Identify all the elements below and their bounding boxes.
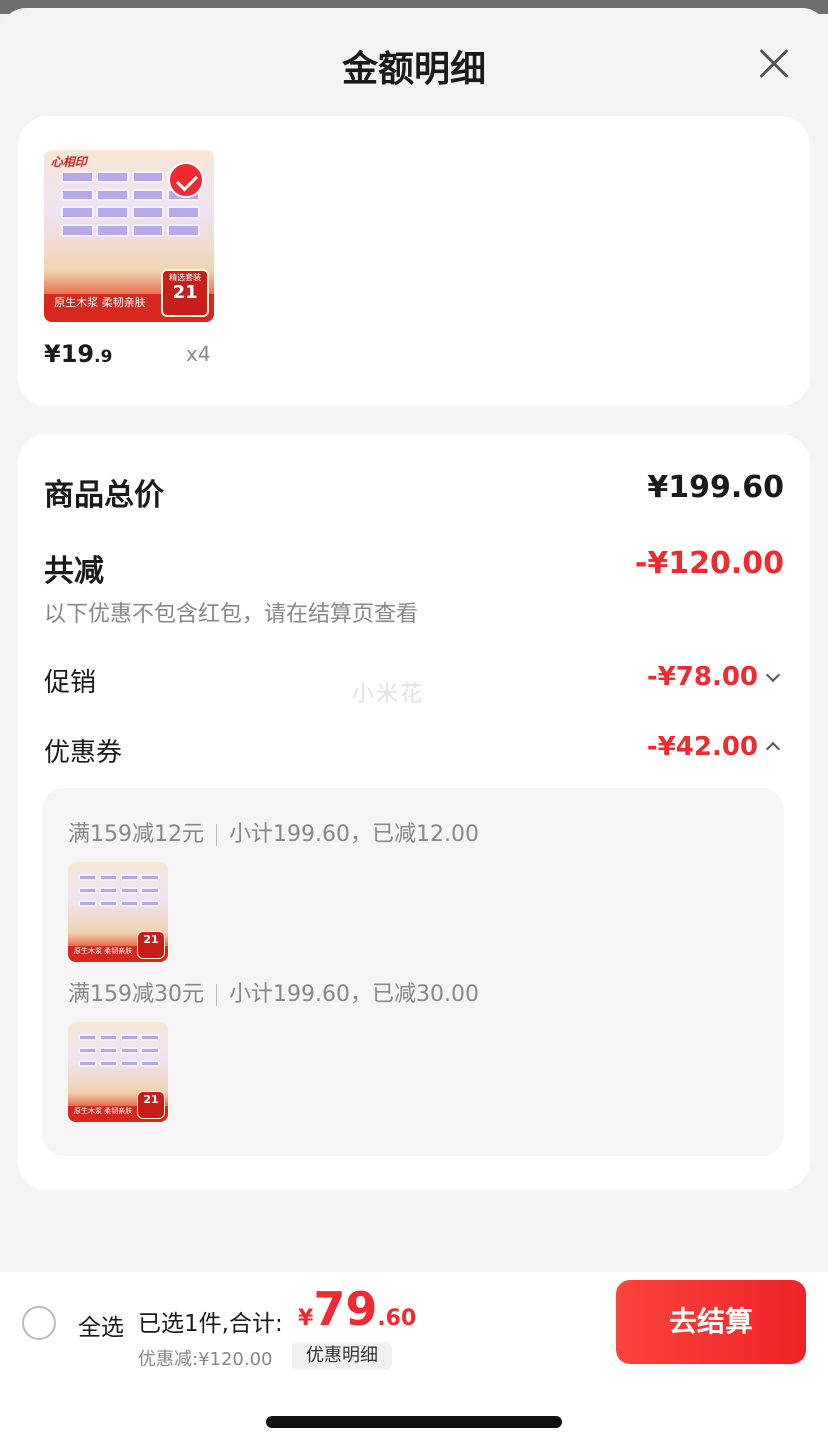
total-integer: 79 xyxy=(313,1282,378,1336)
selection-summary: 已选1件,合计: xyxy=(138,1311,283,1337)
coupon-rule: 满159减12元 xyxy=(68,822,204,847)
coupon-line-2: 满159减30元 小计199.60，已减30.00 xyxy=(68,976,479,1008)
coupon-detail: 小计199.60，已减12.00 xyxy=(229,822,479,847)
select-all-label[interactable]: 全选 xyxy=(78,1308,124,1342)
sheet-title: 金额明细 xyxy=(341,49,486,90)
divider xyxy=(216,824,217,846)
home-indicator-area xyxy=(0,1372,828,1446)
total-price: ¥79.60 xyxy=(298,1282,416,1336)
total-decimal: .60 xyxy=(377,1306,417,1331)
brand-logo: 心相印 xyxy=(50,155,87,170)
product-image-rows xyxy=(78,1034,160,1086)
reduce-value: -¥120.00 xyxy=(634,546,784,581)
coupon-label: 优惠券 xyxy=(44,738,123,768)
product-quantity: x4 xyxy=(186,342,211,366)
coupon-detail: 小计199.60，已减30.00 xyxy=(229,982,479,1007)
coupon-row-toggle[interactable]: -¥42.00 xyxy=(646,732,781,762)
selected-check-icon[interactable] xyxy=(168,162,204,198)
coupon-product-thumbnail[interactable]: 原生木浆 柔韧亲肤 21 xyxy=(68,1022,168,1122)
badge-count: 21 xyxy=(172,281,198,303)
promo-row-toggle[interactable]: -¥78.00 xyxy=(646,662,781,692)
promo-value: -¥78.00 xyxy=(646,662,758,692)
total-label: 商品总价 xyxy=(44,478,164,513)
price-main: ¥19 xyxy=(44,340,95,368)
coupon-product-thumbnail[interactable]: 原生木浆 柔韧亲肤 21 xyxy=(68,862,168,962)
product-price: ¥19.9 xyxy=(44,340,112,368)
checkout-button[interactable]: 去结算 xyxy=(616,1280,806,1364)
watermark: 小米花 xyxy=(352,682,425,707)
pack-badge: 21 xyxy=(137,931,165,959)
pack-badge: 精选套装 21 xyxy=(161,268,209,317)
price-decimal: .9 xyxy=(94,347,113,367)
discount-detail-button[interactable]: 优惠明细 xyxy=(292,1342,392,1370)
coupon-rule: 满159减30元 xyxy=(68,982,204,1007)
select-all-radio[interactable] xyxy=(22,1306,56,1340)
discount-summary: 优惠减:¥120.00 xyxy=(138,1349,273,1370)
product-image-rows xyxy=(78,874,160,926)
reduce-note: 以下优惠不包含红包，请在结算页查看 xyxy=(44,602,419,627)
currency-symbol: ¥ xyxy=(298,1306,314,1331)
home-indicator[interactable] xyxy=(266,1416,562,1428)
coupon-line-1: 满159减12元 小计199.60，已减12.00 xyxy=(68,816,479,848)
close-icon[interactable] xyxy=(752,42,796,86)
chevron-up-icon xyxy=(765,741,781,756)
pack-badge: 21 xyxy=(137,1091,165,1119)
chevron-down-icon xyxy=(765,667,781,682)
divider xyxy=(216,984,217,1006)
promo-label: 促销 xyxy=(44,668,97,698)
coupon-value: -¥42.00 xyxy=(646,732,758,762)
reduce-label: 共减 xyxy=(44,554,104,589)
total-value: ¥199.60 xyxy=(647,470,784,505)
